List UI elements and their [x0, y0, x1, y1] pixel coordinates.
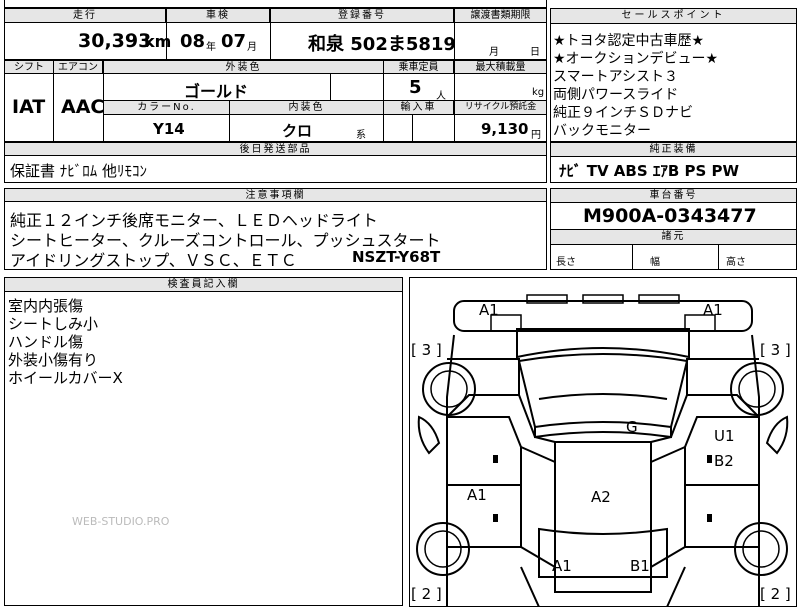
- interior-suffix: 系: [356, 130, 366, 141]
- capacity-header: 乗車定員: [383, 60, 454, 74]
- mark-a1-left: A1: [467, 486, 487, 504]
- recycle-value: 9,130: [481, 120, 529, 138]
- top-strip-remnant: [4, 0, 547, 8]
- mark-g: G: [626, 418, 638, 436]
- mark-a1-bottom: A1: [552, 557, 572, 575]
- roof-line: [538, 393, 668, 400]
- door-handle: [707, 514, 712, 522]
- mark-a1-top-right: A1: [703, 301, 723, 319]
- notes-header: 注意事項欄: [4, 188, 547, 202]
- wheel-rear-right-hub: [742, 530, 780, 568]
- dims-cell: [550, 244, 797, 270]
- recycle-unit: 円: [531, 130, 541, 141]
- inspection-header: 車検: [166, 8, 270, 23]
- later-parts-value: 保証書 ﾅﾋﾞﾛﾑ 他ﾘﾓｺﾝ: [10, 162, 148, 180]
- color-no-header: カラーNo.: [103, 100, 230, 115]
- dims-length: 長さ: [556, 257, 576, 268]
- dims-height: 高さ: [726, 257, 746, 268]
- sales-line-1: ★トヨタ認定中古車歴★: [553, 33, 705, 49]
- spec-divider: [330, 74, 331, 101]
- exterior-value: ゴールド: [184, 82, 249, 101]
- transfer-day-unit: 日: [530, 47, 540, 58]
- mark-b-right-bottom: [ 2 ]: [760, 585, 791, 603]
- sales-line-5: 純正９インチＳＤナビ: [553, 105, 693, 121]
- dims-header: 諸元: [550, 229, 797, 245]
- later-parts-header: 後日発送部品: [4, 142, 547, 156]
- inspection-month: 07: [221, 31, 247, 52]
- mark-b1: B1: [630, 557, 650, 575]
- color-no-value: Y14: [153, 120, 185, 138]
- import-header: 輸入車: [383, 100, 454, 115]
- inspector-header: 検査員記入欄: [4, 277, 403, 292]
- shift-value: IAT: [12, 96, 46, 118]
- car-diagram: A1 A1 [ 3 ] [ 3 ] G U1 B2 A1 A2 A1 B1 [ …: [411, 294, 791, 607]
- dims-divider: [632, 244, 633, 270]
- spec-divider: [412, 115, 413, 142]
- notes-line-3: アイドリングストップ、ＶＳＣ、ＥＴＣ: [10, 251, 297, 270]
- load-unit: kg: [532, 87, 545, 98]
- recycle-header: リサイクル預託金: [454, 100, 547, 115]
- transfer-header: 譲渡書類期限: [454, 8, 547, 23]
- sales-line-4: 両側パワースライド: [553, 87, 679, 103]
- mark-a2: A2: [591, 488, 611, 506]
- plate-value: 和泉 502ま5819: [308, 34, 456, 55]
- chassis-header: 車台番号: [550, 188, 797, 203]
- sales-line-6: バックモニター: [553, 123, 651, 139]
- mark-b-left-bottom: [ 2 ]: [411, 585, 442, 603]
- mark-a1-top-left: A1: [479, 301, 499, 319]
- dims-width: 幅: [650, 257, 660, 268]
- inspector-line-5: ホイールカバーX: [8, 369, 123, 387]
- windshield: [517, 353, 689, 429]
- mileage-header: 走行: [4, 8, 166, 23]
- hood: [516, 328, 690, 359]
- sales-line-2: ★オークションデビュー★: [553, 51, 719, 67]
- side-mirror: [417, 415, 441, 455]
- sales-header: セールスポイント: [550, 8, 797, 24]
- aircon-value: AAC: [61, 96, 105, 118]
- interior-value: クロ: [282, 122, 313, 140]
- mark-b2: B2: [714, 452, 734, 470]
- dims-divider: [718, 244, 719, 270]
- capacity-value: 5: [409, 77, 422, 98]
- fender: [686, 358, 760, 418]
- load-header: 最大積載量: [454, 60, 547, 74]
- inspection-year: 08: [180, 31, 206, 52]
- inspection-month-unit: 月: [247, 42, 257, 53]
- spec-divider: [229, 115, 230, 142]
- mileage-unit: km: [144, 32, 172, 51]
- interior-header: 内装色: [229, 100, 384, 115]
- mark-u1: U1: [714, 427, 735, 445]
- door-handle: [707, 455, 712, 463]
- aircon-header: エアコン: [53, 60, 103, 74]
- wheel-rear-left-hub: [424, 530, 462, 568]
- door-handle: [493, 455, 498, 463]
- body-outline: [446, 334, 760, 607]
- sales-line-3: スマートアシスト３: [553, 69, 679, 85]
- mark-b-left-top: [ 3 ]: [411, 341, 442, 359]
- spec-divider: [53, 74, 54, 142]
- plate-header: 登録番号: [270, 8, 454, 23]
- equipment-value: ﾅﾋﾞ TV ABS ｴｱB PS PW: [559, 162, 740, 180]
- roof: [534, 427, 672, 439]
- exterior-header: 外装色: [103, 60, 384, 74]
- door-handle: [493, 514, 498, 522]
- shift-header: シフト: [4, 60, 54, 74]
- mileage-value: 30,393: [78, 30, 152, 52]
- rear-lines: [520, 566, 686, 607]
- watermark: WEB-STUDIO.PRO: [72, 515, 170, 528]
- model-code: NSZT-Y68T: [352, 248, 441, 266]
- mark-b-right-top: [ 3 ]: [760, 341, 791, 359]
- side-mirror: [765, 415, 789, 455]
- inspection-year-unit: 年: [206, 42, 216, 53]
- equipment-header: 純正装備: [550, 142, 797, 157]
- left-front-door: [447, 416, 522, 486]
- transfer-month-unit: 月: [489, 47, 499, 58]
- fender: [446, 358, 520, 418]
- chassis-value: M900A-0343477: [583, 205, 757, 227]
